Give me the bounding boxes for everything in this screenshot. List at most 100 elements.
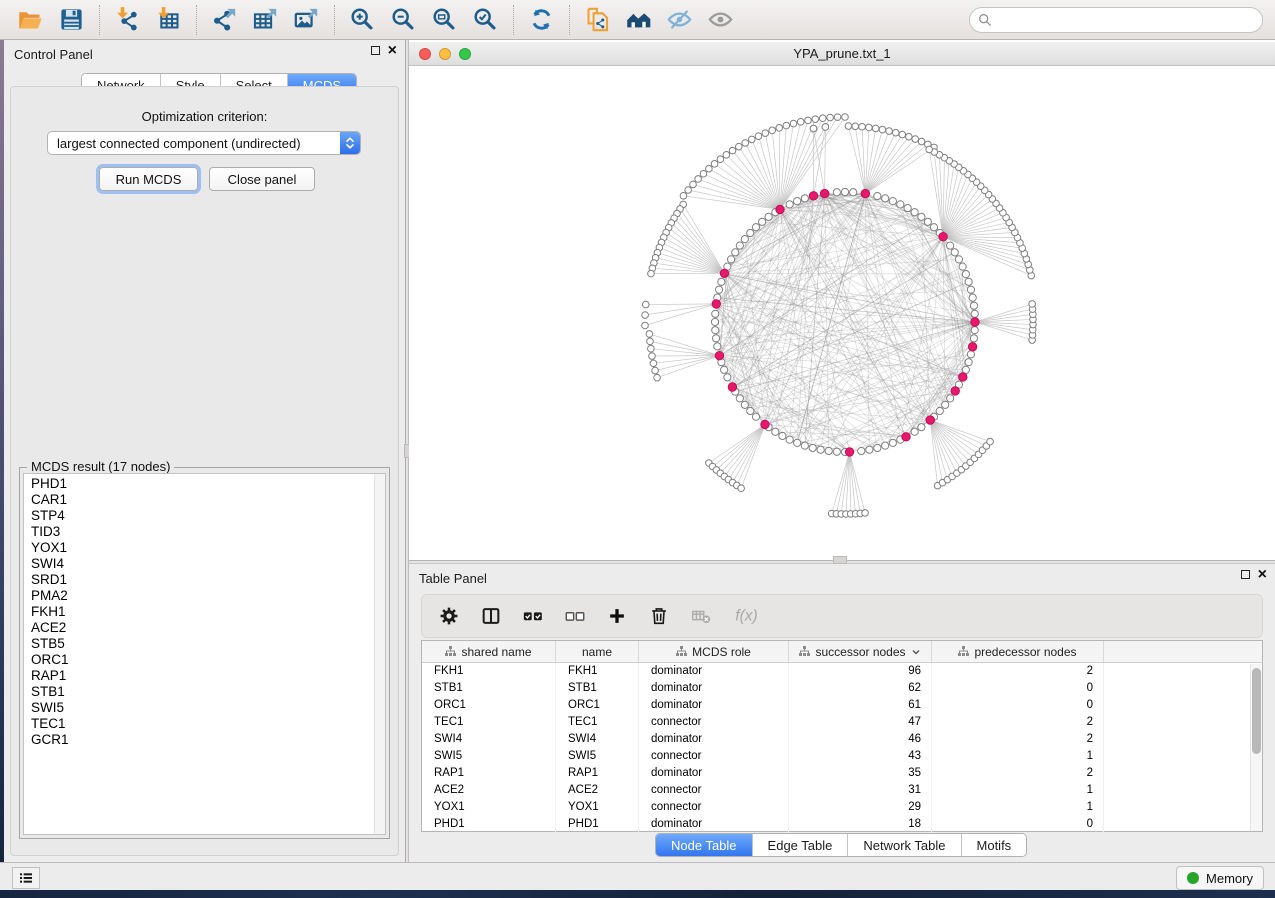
network-canvas[interactable] xyxy=(409,66,1275,558)
network-node[interactable] xyxy=(874,192,881,199)
network-node[interactable] xyxy=(765,213,772,220)
network-node[interactable] xyxy=(646,331,653,338)
network-node[interactable] xyxy=(747,229,754,236)
mcds-result-item[interactable]: STB1 xyxy=(24,684,385,700)
network-node[interactable] xyxy=(955,256,962,263)
mcds-result-item[interactable]: ORC1 xyxy=(24,652,385,668)
network-node[interactable] xyxy=(812,116,819,123)
mcds-hub-node[interactable] xyxy=(861,189,869,197)
mcds-hub-node[interactable] xyxy=(902,433,910,441)
column-header-predecessor-nodes[interactable]: predecessor nodes xyxy=(932,641,1104,662)
network-node[interactable] xyxy=(942,401,949,408)
network-node[interactable] xyxy=(741,236,748,243)
network-node[interactable] xyxy=(759,218,766,225)
close-panel-button[interactable]: Close panel xyxy=(209,167,315,191)
mcds-result-item[interactable]: TID3 xyxy=(24,524,385,540)
tab-network-table[interactable]: Network Table xyxy=(847,834,960,856)
network-node[interactable] xyxy=(965,359,972,366)
network-node[interactable] xyxy=(742,140,749,147)
mcds-hub-node[interactable] xyxy=(951,387,959,395)
network-node[interactable] xyxy=(736,143,743,150)
network-node[interactable] xyxy=(886,128,893,135)
column-header-name[interactable]: name xyxy=(556,641,639,662)
network-node[interactable] xyxy=(892,129,899,136)
refresh-layout-button[interactable] xyxy=(526,4,557,35)
network-node[interactable] xyxy=(987,438,994,445)
network-node[interactable] xyxy=(712,327,719,334)
network-node[interactable] xyxy=(786,436,793,443)
network-node[interactable] xyxy=(833,189,840,196)
network-node[interactable] xyxy=(711,318,718,325)
network-node[interactable] xyxy=(947,242,954,249)
mcds-result-item[interactable]: ACE2 xyxy=(24,620,385,636)
hide-selected-button[interactable] xyxy=(664,4,695,35)
network-node[interactable] xyxy=(769,127,776,134)
network-node[interactable] xyxy=(783,122,790,129)
mcds-result-item[interactable]: TEC1 xyxy=(24,716,385,732)
mcds-result-item[interactable]: FKH1 xyxy=(24,604,385,620)
network-node[interactable] xyxy=(727,256,734,263)
network-node[interactable] xyxy=(794,198,801,205)
table-scrollbar-thumb[interactable] xyxy=(1252,668,1261,754)
mcds-result-item[interactable]: CAR1 xyxy=(24,492,385,508)
network-node[interactable] xyxy=(906,133,913,140)
network-node[interactable] xyxy=(801,195,808,202)
table-row[interactable]: PHD1PHD1dominator180 xyxy=(422,816,1262,833)
network-node[interactable] xyxy=(822,124,829,131)
save-session-button[interactable] xyxy=(56,4,87,35)
network-node[interactable] xyxy=(805,117,812,124)
network-node[interactable] xyxy=(738,485,745,492)
network-node[interactable] xyxy=(866,124,873,131)
network-node[interactable] xyxy=(706,165,713,172)
network-node[interactable] xyxy=(882,195,889,202)
mcds-hub-node[interactable] xyxy=(720,269,728,277)
memory-button[interactable]: Memory xyxy=(1176,866,1264,890)
network-node[interactable] xyxy=(642,312,649,319)
mcds-hub-node[interactable] xyxy=(971,318,979,326)
network-node[interactable] xyxy=(724,374,731,381)
network-node[interactable] xyxy=(736,395,743,402)
mcds-result-item[interactable]: SWI5 xyxy=(24,700,385,716)
network-node[interactable] xyxy=(712,335,719,342)
network-node[interactable] xyxy=(899,131,906,138)
mcds-hub-node[interactable] xyxy=(845,448,853,456)
network-node[interactable] xyxy=(965,278,972,285)
network-node[interactable] xyxy=(971,310,978,317)
mcds-hub-node[interactable] xyxy=(715,351,723,359)
mcds-hub-node[interactable] xyxy=(809,192,817,200)
column-header-mcds-role[interactable]: MCDS role xyxy=(639,641,789,662)
close-table-panel-icon[interactable]: × xyxy=(1258,570,1267,579)
network-node[interactable] xyxy=(969,294,976,301)
network-node[interactable] xyxy=(642,322,649,329)
add-column-button[interactable] xyxy=(606,605,628,627)
network-node[interactable] xyxy=(755,133,762,140)
mcds-result-item[interactable]: SWI4 xyxy=(24,556,385,572)
network-node[interactable] xyxy=(862,510,869,517)
table-row[interactable]: TEC1TEC1connector472 xyxy=(422,714,1262,731)
network-node[interactable] xyxy=(852,123,859,130)
mcds-hub-node[interactable] xyxy=(761,420,769,428)
network-node[interactable] xyxy=(911,209,918,216)
network-node[interactable] xyxy=(809,444,816,451)
network-node[interactable] xyxy=(747,407,754,414)
export-image-button[interactable] xyxy=(291,4,322,35)
network-node[interactable] xyxy=(926,146,933,153)
network-node[interactable] xyxy=(912,136,919,143)
network-node[interactable] xyxy=(779,432,786,439)
mcds-result-item[interactable]: STB5 xyxy=(24,636,385,652)
mcds-hub-node[interactable] xyxy=(968,343,976,351)
mcds-hub-node[interactable] xyxy=(712,300,720,308)
network-node[interactable] xyxy=(772,428,779,435)
network-node[interactable] xyxy=(732,249,739,256)
mcds-result-item[interactable]: PHD1 xyxy=(24,476,385,492)
network-node[interactable] xyxy=(897,201,904,208)
mcds-hub-node[interactable] xyxy=(820,189,828,197)
export-network-button[interactable] xyxy=(209,4,240,35)
network-node[interactable] xyxy=(962,271,969,278)
first-neighbors-button[interactable] xyxy=(623,4,654,35)
network-node[interactable] xyxy=(825,447,832,454)
table-row[interactable]: STB1STB1dominator620 xyxy=(422,680,1262,697)
network-node[interactable] xyxy=(904,204,911,211)
mcds-result-item[interactable]: SRD1 xyxy=(24,572,385,588)
network-node[interactable] xyxy=(647,338,654,345)
